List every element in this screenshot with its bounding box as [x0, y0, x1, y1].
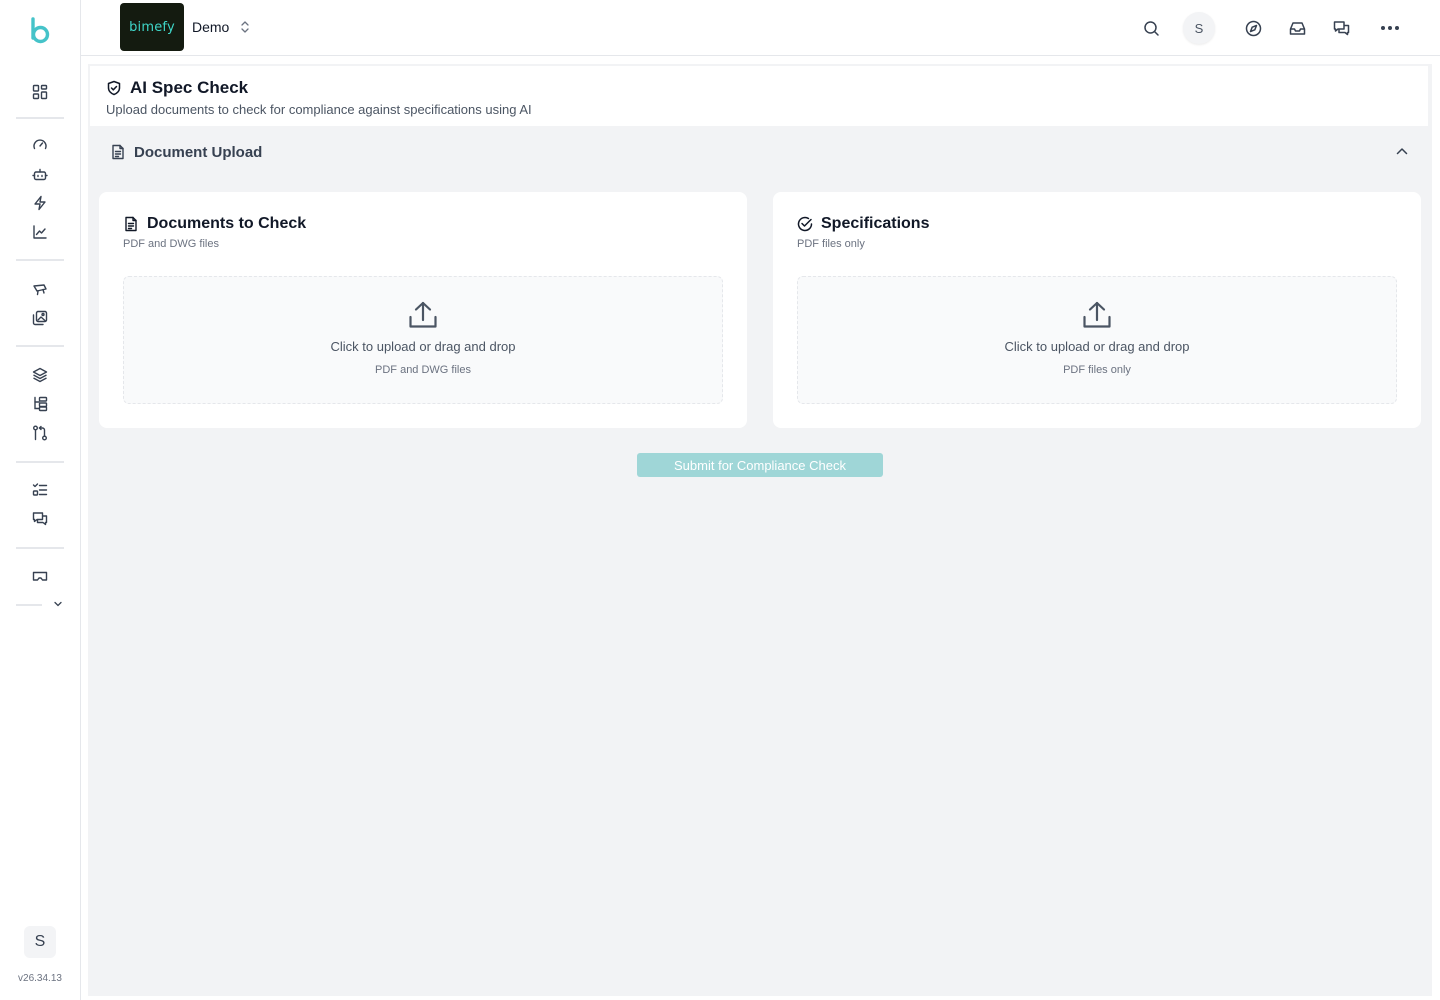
user-avatar[interactable]: S — [24, 926, 56, 958]
chevron-up-down-icon — [239, 19, 251, 35]
sidebar-divider — [16, 604, 42, 606]
messages-icon[interactable] — [28, 507, 52, 531]
workspace-switcher[interactable]: Demo — [192, 16, 251, 38]
sidebar-divider — [16, 259, 64, 261]
page-title: AI Spec Check — [130, 78, 249, 97]
git-compare-icon[interactable] — [28, 421, 52, 445]
checklist-icon[interactable] — [28, 478, 52, 502]
card-subtitle: PDF and DWG files — [123, 238, 219, 250]
sidebar-divider — [16, 547, 64, 549]
workspace-name: Demo — [192, 19, 230, 35]
documents-dropzone[interactable]: Click to upload or drag and drop PDF and… — [123, 276, 723, 404]
card-subtitle: PDF files only — [797, 238, 865, 250]
section-title: Document Upload — [134, 143, 263, 161]
upload-icon — [1081, 299, 1113, 331]
more-icon[interactable] — [1378, 16, 1402, 40]
sidebar: S v26.34.13 — [0, 0, 81, 1000]
hierarchy-icon[interactable] — [28, 392, 52, 416]
documents-to-check-card: Documents to Check PDF and DWG files Cli… — [99, 192, 747, 428]
dashboard-icon[interactable] — [28, 80, 52, 104]
submit-compliance-check-button[interactable]: Submit for Compliance Check — [637, 453, 883, 477]
dropzone-label: Click to upload or drag and drop — [1004, 339, 1190, 354]
card-title-row: Documents to Check — [123, 215, 306, 233]
app-version: v26.34.13 — [18, 973, 62, 984]
line-chart-icon[interactable] — [28, 220, 52, 244]
sidebar-divider — [16, 461, 64, 463]
file-text-icon — [110, 144, 126, 160]
search-icon[interactable] — [1139, 16, 1163, 40]
sidebar-divider — [16, 345, 64, 347]
gauge-icon[interactable] — [28, 133, 52, 157]
top-bar: bimefy Demo S — [81, 0, 1440, 56]
lightning-icon[interactable] — [28, 191, 52, 215]
chat-icon[interactable] — [1329, 16, 1353, 40]
check-circle-icon — [797, 216, 813, 232]
shield-check-icon — [106, 80, 122, 96]
main-content: AI Spec Check Upload documents to check … — [88, 64, 1432, 996]
file-text-icon — [123, 216, 139, 232]
layers-icon[interactable] — [28, 363, 52, 387]
specifications-dropzone[interactable]: Click to upload or drag and drop PDF fil… — [797, 276, 1397, 404]
dropzone-hint: PDF and DWG files — [375, 364, 471, 376]
upload-icon — [407, 299, 439, 331]
card-title: Specifications — [821, 215, 930, 232]
page-subtitle: Upload documents to check for compliance… — [106, 102, 532, 117]
page-header: AI Spec Check Upload documents to check … — [90, 66, 1428, 126]
dropzone-hint: PDF files only — [1063, 364, 1131, 376]
user-avatar-top[interactable]: S — [1183, 12, 1215, 44]
inbox-icon[interactable] — [1285, 16, 1309, 40]
document-upload-section-header[interactable]: Document Upload — [110, 142, 1410, 162]
brand-logo[interactable]: bimefy — [120, 3, 184, 51]
drone-icon[interactable] — [28, 277, 52, 301]
images-icon[interactable] — [28, 306, 52, 330]
dropzone-label: Click to upload or drag and drop — [330, 339, 516, 354]
app-logo-icon[interactable] — [27, 16, 53, 46]
chevron-up-icon[interactable] — [1393, 142, 1411, 160]
specifications-card: Specifications PDF files only Click to u… — [773, 192, 1421, 428]
compass-icon[interactable] — [1241, 16, 1265, 40]
sidebar-divider — [16, 117, 64, 119]
chevron-down-icon[interactable] — [48, 594, 68, 614]
card-title-row: Specifications — [797, 215, 929, 233]
bot-icon[interactable] — [28, 162, 52, 186]
page-title-row: AI Spec Check — [106, 78, 248, 98]
card-title: Documents to Check — [147, 215, 307, 232]
brand-logo-text: bimefy — [129, 19, 175, 35]
vr-headset-icon[interactable] — [28, 564, 52, 588]
